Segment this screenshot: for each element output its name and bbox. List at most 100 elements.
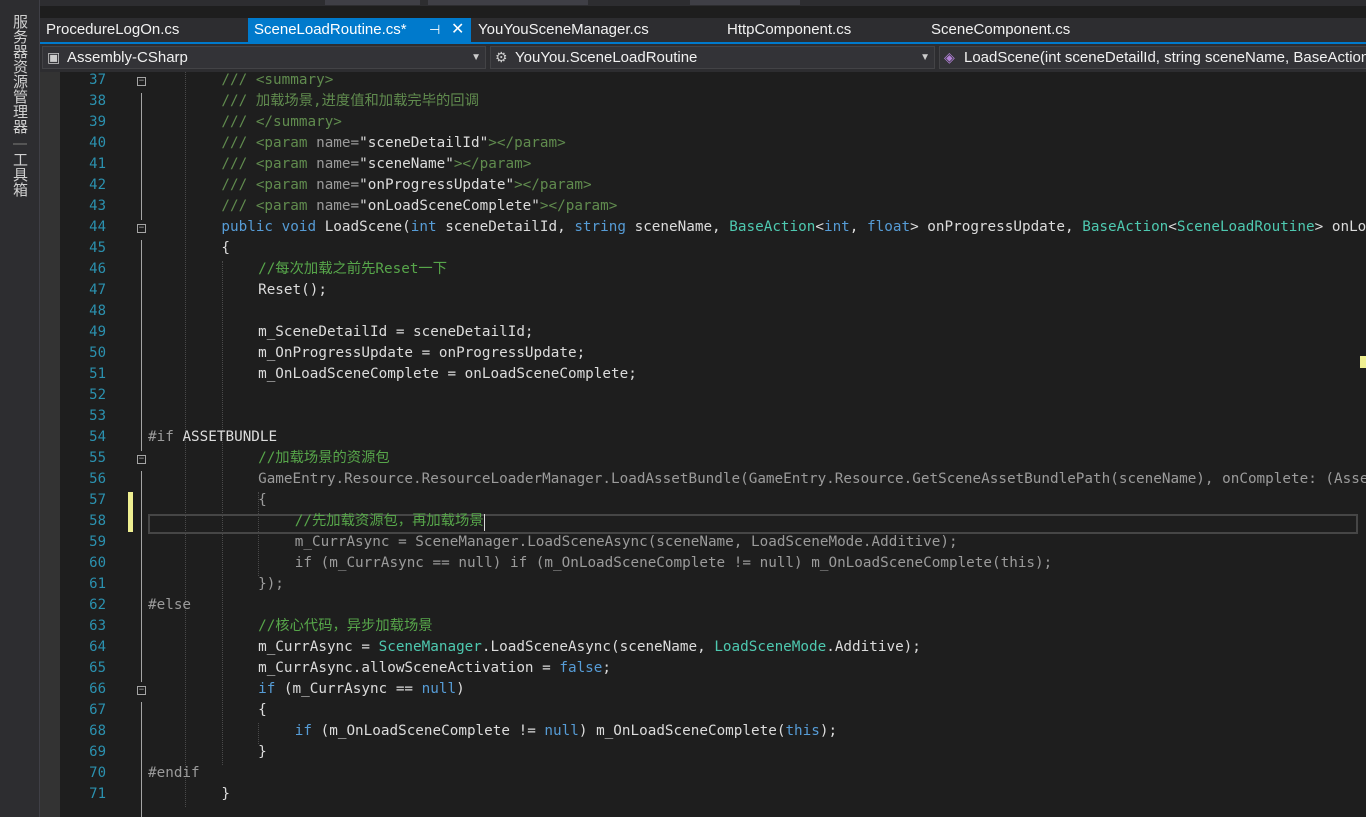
code-token: });: [258, 576, 284, 592]
code-token: SceneLoadRoutine: [1176, 219, 1315, 235]
chevron-down-icon: ▼: [920, 52, 930, 63]
tab-scenecomponent[interactable]: SceneComponent.cs: [925, 18, 1125, 42]
indent-guide: [222, 261, 223, 765]
code-token: m_CurrAsync =: [258, 639, 379, 655]
line-number: 40: [89, 135, 106, 151]
toolbox-tab[interactable]: 工具箱: [10, 152, 30, 197]
tab-youyouscenemanager[interactable]: YouYouSceneManager.cs: [472, 18, 720, 42]
line-number: 39: [89, 114, 106, 130]
code-line: m_CurrAsync.allowSceneActivation = false…: [258, 658, 611, 679]
line-number: 57: [89, 492, 106, 508]
server-explorer-tab[interactable]: 服务器资源管理器: [10, 14, 30, 134]
code-token: m_OnProgressUpdate = onProgressUpdate;: [258, 345, 586, 361]
code-token: }: [258, 744, 267, 760]
code-token: LoadScene(: [324, 219, 411, 235]
line-number: 61: [89, 576, 106, 592]
code-line: //先加载资源包，再加载场景: [295, 511, 484, 532]
class-icon: ⚙: [495, 49, 508, 65]
text-caret: [484, 514, 485, 531]
code-token: name=: [316, 156, 360, 172]
code-token: ></param>: [453, 156, 532, 172]
collapse-toggle-icon[interactable]: −: [137, 686, 146, 695]
line-number: 59: [89, 534, 106, 550]
code-token: }: [221, 786, 230, 802]
code-token: ) m_OnLoadSceneComplete(: [578, 723, 786, 739]
code-token: sceneName,: [634, 219, 730, 235]
line-number: 43: [89, 198, 106, 214]
collapse-toggle-icon[interactable]: −: [137, 77, 146, 86]
code-line: if (m_OnLoadSceneComplete != null) m_OnL…: [295, 721, 837, 742]
code-line: {: [258, 490, 267, 511]
code-token: <summary>: [255, 72, 334, 88]
line-number: 70: [89, 765, 106, 781]
member-dropdown[interactable]: ◈ LoadScene(int sceneDetailId, string sc…: [939, 46, 1366, 69]
code-line: /// <param name="onLoadSceneComplete"></…: [221, 196, 617, 217]
line-number: 62: [89, 597, 106, 613]
line-number: 48: [89, 303, 106, 319]
code-line: if (m_CurrAsync == null) if (m_OnLoadSce…: [295, 553, 1052, 574]
tab-label: ProcedureLogOn.cs: [46, 21, 180, 38]
code-token: .LoadSceneAsync(sceneName,: [481, 639, 715, 655]
line-number: 58: [89, 513, 106, 529]
line-number: 68: [89, 723, 106, 739]
line-number: 69: [89, 744, 106, 760]
code-token: ): [456, 681, 465, 697]
tab-httpcomponent[interactable]: HttpComponent.cs: [721, 18, 926, 42]
code-editor[interactable]: 37 38 39 40 41 42 43 44 45 46 47 48 49 50 51 52 53 54 55 56…: [40, 72, 1366, 817]
code-token: ///: [221, 114, 256, 130]
line-number: 42: [89, 177, 106, 193]
code-line: /// <param name="sceneName"></param>: [221, 154, 531, 175]
tab-sceneloadroutine[interactable]: SceneLoadRoutine.cs* ⊣ ✕: [248, 18, 471, 42]
code-token: name=: [316, 135, 360, 151]
code-token: ></param>: [539, 198, 618, 214]
code-token: "onProgressUpdate": [359, 177, 515, 193]
line-number: 49: [89, 324, 106, 340]
tab-label: HttpComponent.cs: [727, 21, 852, 38]
project-dropdown[interactable]: ▣ Assembly-CSharp ▼: [42, 46, 486, 69]
code-token: name=: [316, 177, 360, 193]
code-token: ///: [221, 156, 256, 172]
change-marker: [128, 492, 133, 532]
code-line: {: [258, 700, 267, 721]
line-number: 65: [89, 660, 106, 676]
code-token: sceneDetailId,: [445, 219, 575, 235]
line-number: 56: [89, 471, 106, 487]
code-token: //先加载资源包，再加载场景: [294, 513, 484, 529]
code-token: <: [815, 219, 824, 235]
code-token: m_CurrAsync.allowSceneActivation =: [258, 660, 560, 676]
pin-icon[interactable]: ⊣: [429, 18, 440, 42]
code-token: m_OnLoadSceneComplete = onLoadSceneCompl…: [258, 366, 637, 382]
code-token: BaseAction: [729, 219, 816, 235]
code-token: m_CurrAsync = SceneManager.LoadSceneAsyn…: [294, 534, 958, 550]
code-token: if (m_CurrAsync == null) if (m_OnLoadSce…: [294, 555, 1053, 571]
line-number: 41: [89, 156, 106, 172]
type-dropdown[interactable]: ⚙ YouYou.SceneLoadRoutine ▼: [490, 46, 935, 69]
code-token: <param: [255, 135, 317, 151]
tab-label: SceneComponent.cs: [931, 21, 1071, 38]
code-token: ></param>: [488, 135, 566, 151]
code-token: (m_CurrAsync ==: [283, 681, 422, 697]
line-number: 55: [89, 450, 106, 466]
csharp-project-icon: ▣: [47, 49, 61, 65]
line-number: 51: [89, 366, 106, 382]
tab-procedurelogon[interactable]: ProcedureLogOn.cs: [40, 18, 248, 42]
code-line: //加载场景的资源包: [258, 448, 390, 469]
code-token: );: [819, 723, 838, 739]
code-line: }: [221, 784, 230, 805]
code-token: ///: [221, 198, 256, 214]
code-token: null: [544, 723, 579, 739]
code-token: Reset();: [258, 282, 327, 298]
code-token: #if: [148, 429, 183, 445]
code-token: {: [258, 702, 267, 718]
code-token: ></param>: [514, 177, 592, 193]
close-icon[interactable]: ✕: [451, 18, 464, 42]
code-token: {: [258, 492, 267, 508]
collapse-toggle-icon[interactable]: −: [137, 455, 146, 464]
type-dropdown-label: YouYou.SceneLoadRoutine: [515, 49, 698, 66]
indent-guide: [258, 723, 259, 744]
code-token: SceneManager: [378, 639, 482, 655]
outline-line: [141, 701, 142, 817]
collapse-toggle-icon[interactable]: −: [137, 224, 146, 233]
code-line: m_CurrAsync = SceneManager.LoadSceneAsyn…: [295, 532, 958, 553]
code-line: //每次加载之前先Reset一下: [258, 259, 447, 280]
